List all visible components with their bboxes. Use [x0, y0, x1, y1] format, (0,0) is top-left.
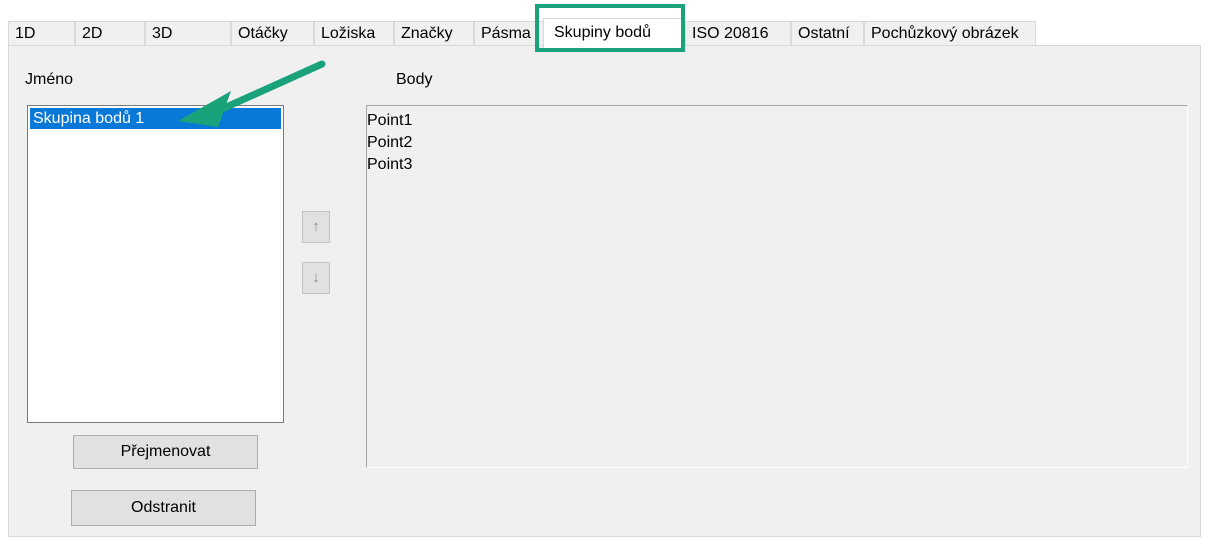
tab-ostatni[interactable]: Ostatní — [791, 21, 864, 46]
groups-label: Jméno — [25, 71, 74, 88]
groups-listbox[interactable]: Skupina bodů 1 — [27, 105, 284, 423]
list-item: Point3 — [367, 156, 413, 173]
move-up-button[interactable]: ↑ — [302, 211, 330, 243]
tab-2d[interactable]: 2D — [75, 21, 145, 46]
tab-skupiny-bodu[interactable]: Skupiny bodů — [543, 18, 685, 48]
points-label: Body — [396, 71, 433, 88]
tab-znacky[interactable]: Značky — [394, 21, 474, 46]
list-item[interactable]: Skupina bodů 1 — [30, 108, 281, 129]
list-item: Point2 — [367, 134, 413, 151]
tab-1d[interactable]: 1D — [8, 21, 75, 46]
delete-button[interactable]: Odstranit — [71, 490, 256, 526]
rename-button[interactable]: Přejmenovat — [73, 435, 258, 469]
tab-pochuzkovy-obrazek[interactable]: Pochůzkový obrázek — [864, 21, 1036, 46]
tab-loziska[interactable]: Ložiska — [314, 21, 394, 46]
tab-page-panel: Jméno Skupina bodů 1 Body ↑ ↓ Point1 Poi… — [8, 45, 1201, 537]
tab-otacky[interactable]: Otáčky — [231, 21, 314, 46]
tab-3d[interactable]: 3D — [145, 21, 231, 46]
list-item: Point1 — [367, 112, 413, 129]
tab-iso-20816[interactable]: ISO 20816 — [685, 21, 791, 46]
tab-pasma[interactable]: Pásma — [474, 21, 550, 46]
move-down-button[interactable]: ↓ — [302, 262, 330, 294]
points-textarea[interactable]: Point1 Point2 Point3 — [366, 105, 1188, 468]
tab-strip: 1D 2D 3D Otáčky Ložiska Značky Pásma Sku… — [8, 18, 1201, 48]
